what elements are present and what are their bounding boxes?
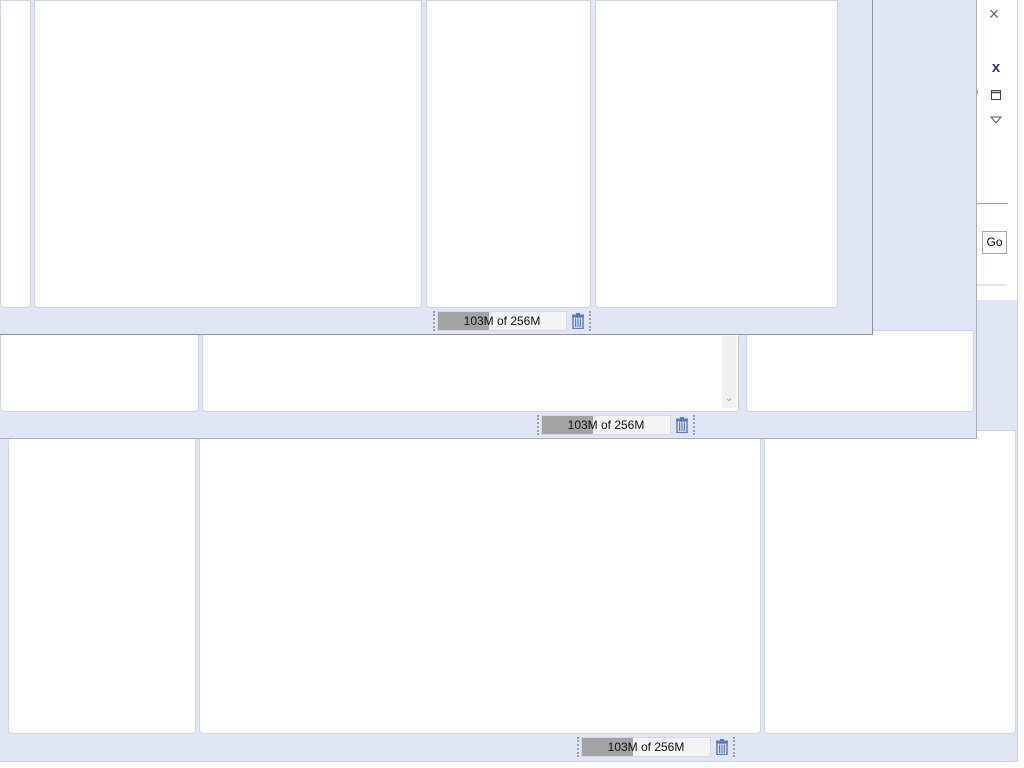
- toolbar-grip[interactable]: [537, 415, 539, 435]
- scroll-down-icon[interactable]: ⌄: [722, 391, 736, 407]
- toolbar-grip[interactable]: [577, 737, 579, 757]
- toolbar-grip[interactable]: [589, 311, 591, 331]
- close-icon[interactable]: ×: [985, 4, 1003, 24]
- toolbar-grip[interactable]: [693, 415, 695, 435]
- view-pane-right: [746, 330, 974, 412]
- editor-area: [199, 430, 761, 734]
- view-menu-icon[interactable]: [989, 114, 1003, 124]
- heap-status-bar[interactable]: 103M of 256M: [541, 415, 671, 435]
- heap-status: 103M of 256M: [577, 736, 735, 758]
- run-gc-button[interactable]: [673, 415, 691, 435]
- view-pane-far-left: [0, 0, 31, 308]
- go-button[interactable]: Go: [982, 231, 1007, 254]
- view-pane-middle: [426, 0, 591, 308]
- heap-status-label: 103M of 256M: [463, 314, 541, 328]
- heap-status-label: 103M of 256M: [567, 418, 645, 432]
- editor-area: [202, 330, 739, 412]
- view-pane-right: [764, 430, 1016, 734]
- restore-icon[interactable]: [990, 89, 1002, 101]
- view-pane-right: [595, 0, 838, 308]
- heap-status: 103M of 256M: [537, 414, 695, 436]
- trash-icon: [572, 313, 584, 329]
- heap-status-bar[interactable]: 103M of 256M: [581, 737, 711, 757]
- toolbar-grip[interactable]: [433, 311, 435, 331]
- run-gc-button[interactable]: [569, 311, 587, 331]
- run-gc-button[interactable]: [713, 737, 731, 757]
- x-button[interactable]: x: [988, 59, 1004, 77]
- heap-status: 103M of 256M: [433, 310, 591, 332]
- trash-icon: [676, 417, 688, 433]
- view-pane-left: [8, 430, 196, 734]
- separator-light: [977, 284, 1007, 286]
- view-pane-left: [0, 330, 199, 412]
- heap-status-label: 103M of 256M: [607, 740, 685, 754]
- heap-status-bar[interactable]: 103M of 256M: [437, 311, 567, 331]
- toolbar-grip[interactable]: [733, 737, 735, 757]
- side-panel: [977, 0, 1017, 300]
- trash-icon: [716, 739, 728, 755]
- separator: [977, 203, 1008, 204]
- workbench-window-front: 103M of 256M: [0, 0, 873, 335]
- editor-area: [34, 0, 422, 308]
